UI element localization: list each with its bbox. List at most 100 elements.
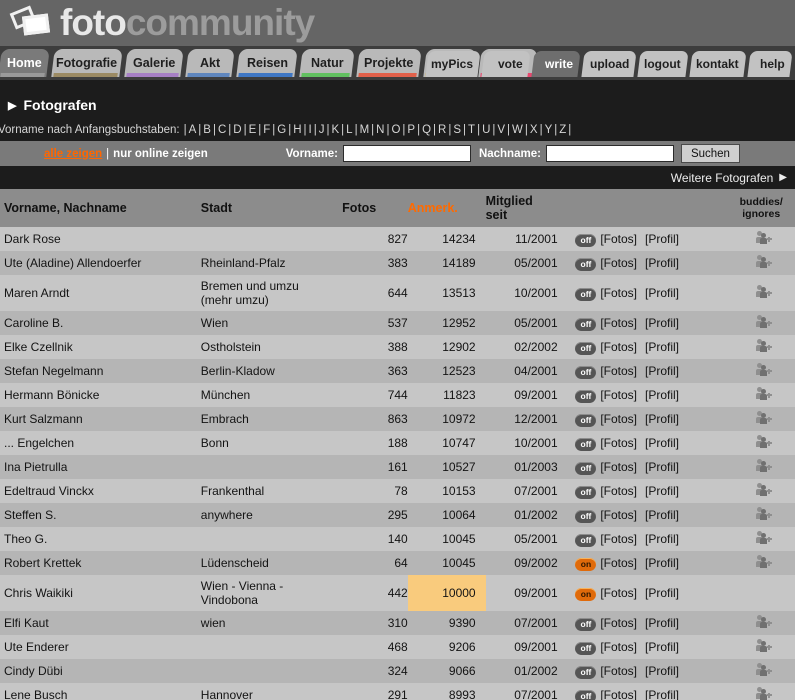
cell-name[interactable]: Caroline B. bbox=[0, 311, 201, 335]
col-header-fotos[interactable]: Fotos bbox=[342, 189, 408, 227]
profil-link[interactable]: [Profil] bbox=[645, 532, 679, 546]
lastname-input[interactable] bbox=[545, 145, 674, 162]
status-badge-off[interactable]: off bbox=[575, 287, 597, 301]
alpha-link-n[interactable]: N bbox=[374, 124, 386, 136]
add-buddy-icon[interactable] bbox=[755, 339, 772, 352]
usertab-kontakt[interactable]: kontakt bbox=[689, 51, 747, 77]
fotos-link[interactable]: [Fotos] bbox=[600, 664, 637, 678]
status-badge-off[interactable]: off bbox=[575, 689, 597, 700]
profil-link[interactable]: [Profil] bbox=[645, 412, 679, 426]
profil-link[interactable]: [Profil] bbox=[645, 286, 679, 300]
profil-link[interactable]: [Profil] bbox=[645, 364, 679, 378]
fotos-link[interactable]: [Fotos] bbox=[600, 316, 637, 330]
more-photographers-link[interactable]: Weitere Fotografen ▶ bbox=[0, 166, 795, 189]
add-buddy-icon[interactable] bbox=[755, 639, 772, 652]
status-badge-off[interactable]: off bbox=[575, 665, 597, 679]
alpha-link-z[interactable]: Z bbox=[557, 124, 568, 136]
profil-link[interactable]: [Profil] bbox=[645, 616, 679, 630]
add-buddy-icon[interactable] bbox=[755, 285, 772, 298]
alpha-link-v[interactable]: V bbox=[495, 124, 507, 136]
profil-link[interactable]: [Profil] bbox=[645, 664, 679, 678]
status-badge-off[interactable]: off bbox=[575, 317, 597, 331]
profil-link[interactable]: [Profil] bbox=[645, 232, 679, 246]
firstname-input[interactable] bbox=[342, 145, 471, 162]
add-buddy-icon[interactable] bbox=[755, 459, 772, 472]
profil-link[interactable]: [Profil] bbox=[645, 316, 679, 330]
usertab-vote[interactable]: vote bbox=[481, 51, 531, 77]
alpha-link-r[interactable]: R bbox=[436, 124, 448, 136]
add-buddy-icon[interactable] bbox=[755, 231, 772, 244]
alpha-link-w[interactable]: W bbox=[510, 124, 525, 136]
alpha-link-h[interactable]: H bbox=[291, 124, 303, 136]
status-badge-off[interactable]: off bbox=[575, 233, 597, 247]
fotos-link[interactable]: [Fotos] bbox=[600, 388, 637, 402]
status-badge-off[interactable]: off bbox=[575, 389, 597, 403]
cell-name[interactable]: Dark Rose bbox=[0, 227, 201, 251]
alpha-link-d[interactable]: D bbox=[231, 124, 243, 136]
cell-name[interactable]: Hermann Bönicke bbox=[0, 383, 201, 407]
status-badge-off[interactable]: off bbox=[575, 617, 597, 631]
status-badge-off[interactable]: off bbox=[575, 641, 597, 655]
cell-name[interactable]: Kurt Salzmann bbox=[0, 407, 201, 431]
alpha-link-e[interactable]: E bbox=[247, 124, 259, 136]
cell-name[interactable]: Elfi Kaut bbox=[0, 611, 201, 635]
alpha-link-u[interactable]: U bbox=[480, 124, 492, 136]
add-buddy-icon[interactable] bbox=[755, 687, 772, 700]
fotos-link[interactable]: [Fotos] bbox=[600, 484, 637, 498]
status-badge-off[interactable]: off bbox=[575, 365, 597, 379]
alpha-link-t[interactable]: T bbox=[466, 124, 477, 136]
cell-name[interactable]: Maren Arndt bbox=[0, 275, 201, 311]
col-header-anmerk[interactable]: Anmerk. bbox=[407, 189, 486, 227]
profil-link[interactable]: [Profil] bbox=[645, 556, 679, 570]
cell-name[interactable]: Theo G. bbox=[0, 527, 201, 551]
tab-akt[interactable]: Akt bbox=[185, 49, 235, 77]
fotos-link[interactable]: [Fotos] bbox=[600, 340, 637, 354]
fotos-link[interactable]: [Fotos] bbox=[600, 436, 637, 450]
alpha-link-a[interactable]: A bbox=[187, 124, 199, 136]
tab-reisen[interactable]: Reisen bbox=[236, 49, 298, 77]
fotos-link[interactable]: [Fotos] bbox=[600, 616, 637, 630]
tab-home[interactable]: Home bbox=[0, 49, 50, 77]
fotos-link[interactable]: [Fotos] bbox=[600, 688, 637, 700]
alpha-link-o[interactable]: O bbox=[389, 124, 402, 136]
tab-natur[interactable]: Natur bbox=[299, 49, 355, 77]
col-header-since[interactable]: Mitglied seit bbox=[485, 189, 572, 227]
col-header-city[interactable]: Stadt bbox=[200, 189, 343, 227]
cell-name[interactable]: Stefan Negelmann bbox=[0, 359, 201, 383]
alpha-link-j[interactable]: J bbox=[317, 124, 327, 136]
alpha-link-p[interactable]: P bbox=[405, 124, 417, 136]
cell-name[interactable]: Cindy Dübi bbox=[0, 659, 201, 683]
add-buddy-icon[interactable] bbox=[755, 507, 772, 520]
col-header-name[interactable]: Vorname, Nachname bbox=[0, 189, 201, 227]
alpha-link-i[interactable]: I bbox=[307, 124, 314, 136]
status-badge-off[interactable]: off bbox=[575, 437, 597, 451]
status-badge-off[interactable]: off bbox=[575, 533, 597, 547]
alpha-link-g[interactable]: G bbox=[275, 124, 288, 136]
cell-name[interactable]: Ute (Aladine) Allendoerfer bbox=[0, 251, 201, 275]
cell-name[interactable]: Steffen S. bbox=[0, 503, 201, 527]
alpha-link-m[interactable]: M bbox=[358, 124, 372, 136]
usertab-logout[interactable]: logout bbox=[637, 51, 689, 77]
status-badge-on[interactable]: on bbox=[575, 587, 597, 601]
fotos-link[interactable]: [Fotos] bbox=[600, 508, 637, 522]
add-buddy-icon[interactable] bbox=[755, 483, 772, 496]
usertab-upload[interactable]: upload bbox=[581, 51, 637, 77]
cell-name[interactable]: Robert Krettek bbox=[0, 551, 201, 575]
add-buddy-icon[interactable] bbox=[755, 411, 772, 424]
fotos-link[interactable]: [Fotos] bbox=[600, 412, 637, 426]
alpha-link-f[interactable]: F bbox=[261, 124, 272, 136]
search-button[interactable]: Suchen bbox=[680, 144, 740, 163]
site-logo[interactable]: fotocommunity bbox=[9, 0, 315, 46]
profil-link[interactable]: [Profil] bbox=[645, 436, 679, 450]
fotos-link[interactable]: [Fotos] bbox=[600, 586, 637, 600]
tab-galerie[interactable]: Galerie bbox=[124, 49, 184, 77]
alpha-link-k[interactable]: K bbox=[329, 124, 341, 136]
alpha-link-q[interactable]: Q bbox=[420, 124, 433, 136]
usertab-mypics[interactable]: myPics bbox=[425, 51, 481, 77]
profil-link[interactable]: [Profil] bbox=[645, 508, 679, 522]
fotos-link[interactable]: [Fotos] bbox=[600, 364, 637, 378]
fotos-link[interactable]: [Fotos] bbox=[600, 532, 637, 546]
fotos-link[interactable]: [Fotos] bbox=[600, 460, 637, 474]
cell-name[interactable]: Ute Enderer bbox=[0, 635, 201, 659]
status-badge-on[interactable]: on bbox=[575, 557, 597, 571]
